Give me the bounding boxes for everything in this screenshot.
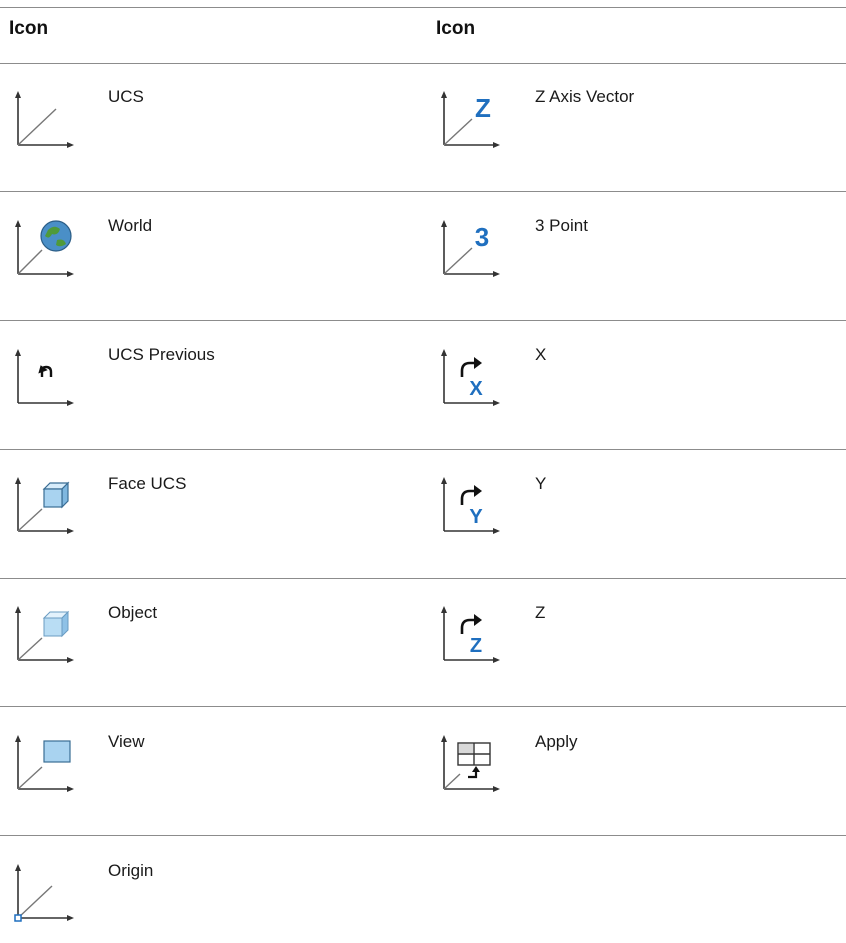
ucs-origin-icon [12,858,76,922]
header-rule [0,63,846,64]
three-point-icon: 3 [438,214,502,278]
row-divider [0,191,846,192]
face-ucs-icon [12,471,76,535]
row-label-three-point: 3 Point [535,216,588,235]
row-label-ucs: UCS [108,87,144,106]
rotate-z-icon: Z [438,600,502,664]
ucs-apply-icon [438,729,502,793]
row-label-world: World [108,216,153,235]
z-axis-vector-glyph: Z [475,93,491,123]
row-divider [0,578,846,579]
ucs-view-icon [12,729,76,793]
column-header-icon: Icon [436,18,476,39]
rotate-y-icon: Y [438,471,502,535]
row-label-z-axis-vector: Z Axis Vector [535,87,635,106]
row-divider [0,320,846,321]
row-divider [0,449,846,450]
rotate-y-glyph: Y [469,506,483,528]
row-label-ucs-previous: UCS Previous [108,345,215,364]
z-axis-vector-icon: Z [438,85,502,149]
ucs-previous-icon [12,343,76,407]
row-label-face-ucs: Face UCS [108,474,187,493]
row-label-apply: Apply [535,732,578,751]
row-divider [0,706,846,707]
ucs-world-icon [12,214,76,278]
row-label-z: Z [535,603,546,622]
ucs-object-icon [12,600,76,664]
column-header-icon: Icon [9,18,49,39]
row-label-object: Object [108,603,158,622]
rotate-z-glyph: Z [470,635,482,657]
rotate-x-glyph: X [469,378,483,400]
table-top-rule [0,7,846,8]
row-label-view: View [108,732,145,751]
row-divider [0,835,846,836]
three-point-glyph: 3 [475,222,489,252]
row-label-origin: Origin [108,861,154,880]
ucs-icon [12,85,76,149]
row-label-x: X [535,345,547,364]
rotate-x-icon: X [438,343,502,407]
row-label-y: Y [535,474,547,493]
